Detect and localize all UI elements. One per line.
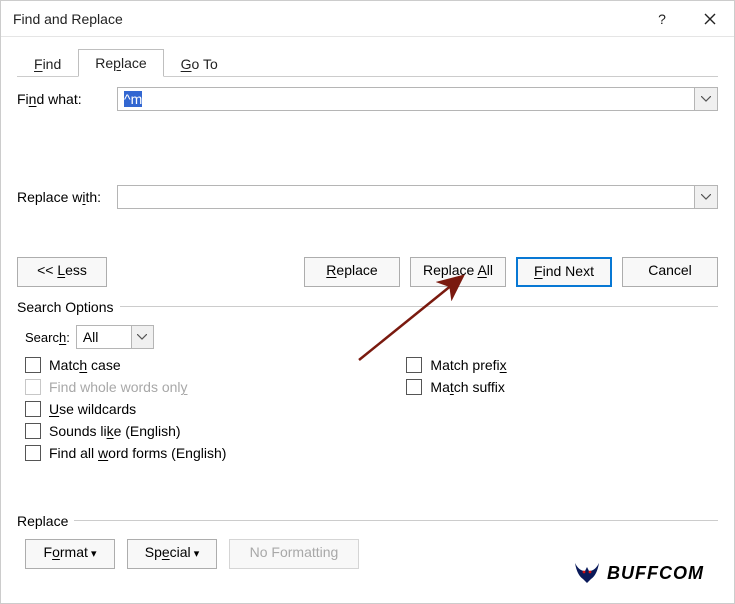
checkbox-icon <box>25 379 41 395</box>
less-button[interactable]: << Less <box>17 257 107 287</box>
tabstrip: Find Replace Go To <box>17 49 718 77</box>
replace-group: Replace <box>17 509 718 531</box>
no-formatting-button: No Formatting <box>229 539 359 569</box>
bull-icon <box>573 561 601 585</box>
checkbox-icon <box>25 357 41 373</box>
check-match-prefix[interactable]: Match prefix <box>406 357 506 373</box>
find-row: Find what: <box>17 87 718 111</box>
search-direction-value: All <box>77 329 99 345</box>
search-options-group: Search Options <box>17 295 718 317</box>
find-next-button[interactable]: Find Next <box>516 257 612 287</box>
search-direction-select[interactable]: All <box>76 325 154 349</box>
titlebar: Find and Replace ? <box>1 1 734 37</box>
window-title: Find and Replace <box>13 11 638 27</box>
help-button[interactable]: ? <box>638 1 686 37</box>
replace-all-button[interactable]: Replace All <box>410 257 506 287</box>
check-sounds-like[interactable]: Sounds like (English) <box>25 423 226 439</box>
find-input[interactable] <box>117 87 694 111</box>
checkbox-icon <box>406 357 422 373</box>
watermark-logo: BUFFCOM <box>573 561 704 585</box>
find-combobox[interactable] <box>117 87 718 111</box>
tab-goto[interactable]: Go To <box>164 50 235 77</box>
find-dropdown-button[interactable] <box>694 87 718 111</box>
checkbox-icon <box>25 445 41 461</box>
replace-row: Replace with: <box>17 185 718 209</box>
tab-replace[interactable]: Replace <box>78 49 163 77</box>
chevron-down-icon <box>701 194 711 200</box>
replace-dropdown-button[interactable] <box>694 185 718 209</box>
tab-find[interactable]: Find <box>17 50 78 77</box>
replace-input[interactable] <box>117 185 694 209</box>
checkbox-icon <box>25 401 41 417</box>
find-label: Find what: <box>17 91 117 107</box>
search-options-heading: Search Options <box>17 299 114 315</box>
chevron-down-icon <box>131 326 153 348</box>
chevron-down-icon <box>701 96 711 102</box>
watermark-text: BUFFCOM <box>607 563 704 584</box>
check-use-wildcards[interactable]: Use wildcards <box>25 401 226 417</box>
replace-group-heading: Replace <box>17 513 68 529</box>
cancel-button[interactable]: Cancel <box>622 257 718 287</box>
check-match-suffix[interactable]: Match suffix <box>406 379 506 395</box>
close-button[interactable] <box>686 1 734 37</box>
replace-combobox[interactable] <box>117 185 718 209</box>
special-button[interactable]: Special <box>127 539 217 569</box>
checkbox-icon <box>406 379 422 395</box>
check-all-word-forms[interactable]: Find all word forms (English) <box>25 445 226 461</box>
search-direction-label: Search: <box>25 330 70 345</box>
main-button-row: << Less Replace Replace All Find Next Ca… <box>17 257 718 287</box>
checkbox-icon <box>25 423 41 439</box>
search-direction-row: Search: All <box>25 325 718 349</box>
search-options-checks: Match case Find whole words only Use wil… <box>25 357 718 461</box>
check-match-case[interactable]: Match case <box>25 357 226 373</box>
replace-label: Replace with: <box>17 189 117 205</box>
replace-button[interactable]: Replace <box>304 257 400 287</box>
check-whole-words: Find whole words only <box>25 379 226 395</box>
format-button[interactable]: Format <box>25 539 115 569</box>
